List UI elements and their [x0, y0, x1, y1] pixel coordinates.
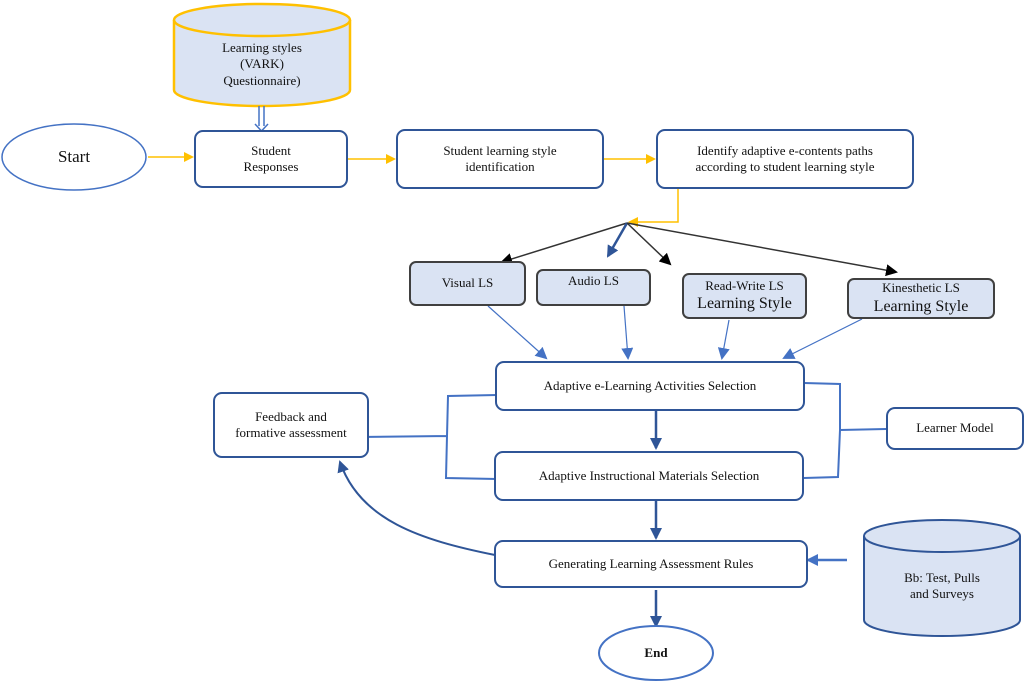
materials-selection-box: Adaptive Instructional Materials Selecti… — [494, 451, 804, 501]
paths-to-branch-arrow — [628, 189, 679, 227]
materials-selection-label: Adaptive Instructional Materials Selecti… — [538, 467, 760, 483]
questionnaire-line-1: Learning styles — [222, 40, 302, 55]
readwrite-ls-label: Read-Write LS — [705, 277, 784, 293]
identify-paths-box: Identify adaptive e-contents paths accor… — [656, 129, 914, 189]
visual-ls-box: Visual LS — [409, 261, 526, 306]
assessment-rules-box: Generating Learning Assessment Rules — [494, 540, 808, 588]
feedback-line-1: Feedback and — [255, 408, 327, 424]
bb-line-2: and Surveys — [910, 586, 974, 602]
assessment-to-feedback-arrow — [337, 460, 496, 556]
student-responses-line-1: Student — [251, 142, 291, 158]
learner-model-bracket — [803, 382, 887, 479]
readwrite-ls-sublabel: Learning Style — [697, 295, 792, 313]
kinesthetic-ls-label: Kinesthetic LS — [882, 280, 960, 296]
start-label: Start — [57, 147, 91, 166]
audio-ls-box: Audio LS — [536, 269, 651, 306]
ls-identification-box: Student learning style identification — [396, 129, 604, 189]
feedback-box: Feedback and formative assessment — [213, 392, 369, 458]
kinesthetic-ls-box: Kinesthetic LS Learning Style — [847, 278, 995, 319]
audio-ls-label: Audio LS — [568, 273, 619, 288]
readwrite-to-activities-arrow — [717, 319, 730, 360]
readwrite-ls-box: Read-Write LS Learning Style — [682, 273, 807, 319]
bb-line-1: Bb: Test, Pulls — [904, 570, 980, 585]
visual-to-activities-arrow — [487, 305, 548, 360]
learner-model-box: Learner Model — [886, 407, 1024, 450]
student-responses-box: Student Responses — [194, 130, 348, 188]
visual-ls-label: Visual LS — [441, 275, 494, 291]
learner-model-label: Learner Model — [916, 420, 994, 436]
questionnaire-line-2: (VARK) — [240, 56, 284, 72]
kinesthetic-to-activities-arrow — [782, 318, 863, 359]
questionnaire-label: Learning styles (VARK) Questionnaire) — [186, 40, 338, 89]
feedback-line-2: formative assessment — [235, 425, 347, 440]
ls-identification-line-2: identification — [465, 159, 535, 174]
activities-selection-label: Adaptive e-Learning Activities Selection — [543, 377, 757, 393]
student-responses-line-2: Responses — [243, 159, 299, 174]
branch-to-kinesthetic-arrow — [626, 222, 898, 277]
bb-database-label: Bb: Test, Pulls and Surveys — [870, 570, 1014, 603]
end-label: End — [644, 645, 668, 660]
feedback-bracket — [357, 394, 498, 480]
identify-paths-line-1: Identify adaptive e-contents paths — [697, 142, 873, 158]
questionnaire-line-3: Questionnaire) — [223, 72, 301, 88]
assessment-rules-label: Generating Learning Assessment Rules — [548, 555, 754, 571]
activities-selection-box: Adaptive e-Learning Activities Selection — [495, 361, 805, 411]
branch-to-visual-arrow — [500, 222, 628, 265]
questionnaire-to-responses-arrow — [254, 106, 269, 133]
identify-paths-line-2: according to student learning style — [695, 159, 875, 174]
ls-identification-line-1: Student learning style — [443, 142, 557, 158]
audio-to-activities-arrow — [621, 305, 634, 360]
kinesthetic-ls-sublabel: Learning Style — [873, 297, 969, 315]
